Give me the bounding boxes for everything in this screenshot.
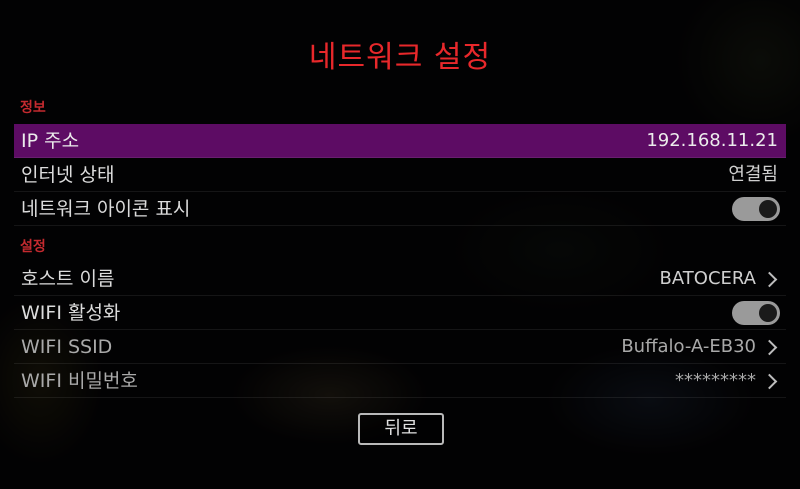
chevron-right-icon <box>761 339 778 355</box>
wifi-password-label: WIFI 비밀번호 <box>21 370 138 392</box>
chevron-right-icon <box>761 271 778 287</box>
network-icon-label: 네트워크 아이콘 표시 <box>21 198 191 220</box>
section-header-settings: 설정 <box>20 239 46 255</box>
network-icon-toggle[interactable] <box>732 197 780 221</box>
wifi-ssid-row[interactable]: WIFI SSID Buffalo-A-EB30 <box>14 330 786 364</box>
wifi-ssid-label: WIFI SSID <box>21 336 113 358</box>
wifi-ssid-value: Buffalo-A-EB30 <box>621 336 756 357</box>
settings-panel: 네트워크 설정 정보 IP 주소 192.168.11.21 인터넷 상태 연결… <box>0 0 800 489</box>
wifi-enable-row[interactable]: WIFI 활성화 <box>14 296 786 330</box>
wifi-enable-toggle[interactable] <box>732 301 780 325</box>
wifi-ssid-value-wrap: Buffalo-A-EB30 <box>621 330 778 364</box>
section-header-info: 정보 <box>20 100 46 116</box>
ip-address-label: IP 주소 <box>21 130 80 152</box>
network-icon-row[interactable]: 네트워크 아이콘 표시 <box>14 192 786 226</box>
chevron-right-icon <box>761 373 778 389</box>
toggle-knob <box>759 304 777 322</box>
toggle-knob <box>759 200 777 218</box>
internet-status-label: 인터넷 상태 <box>21 164 115 186</box>
ip-address-value: 192.168.11.21 <box>646 130 778 151</box>
hostname-value-wrap: BATOCERA <box>660 262 778 296</box>
wifi-password-row[interactable]: WIFI 비밀번호 ********* <box>14 364 786 398</box>
hostname-value: BATOCERA <box>659 268 756 289</box>
page-title: 네트워크 설정 <box>308 40 492 75</box>
wifi-enable-label: WIFI 활성화 <box>21 302 121 324</box>
hostname-label: 호스트 이름 <box>21 268 115 290</box>
hostname-row[interactable]: 호스트 이름 BATOCERA <box>14 262 786 296</box>
internet-status-value: 연결됨 <box>728 164 778 185</box>
wifi-password-value: ********* <box>675 370 756 391</box>
back-button[interactable]: 뒤로 <box>358 413 444 445</box>
ip-address-row[interactable]: IP 주소 192.168.11.21 <box>14 124 786 158</box>
wifi-password-value-wrap: ********* <box>675 364 778 398</box>
internet-status-row[interactable]: 인터넷 상태 연결됨 <box>14 158 786 192</box>
